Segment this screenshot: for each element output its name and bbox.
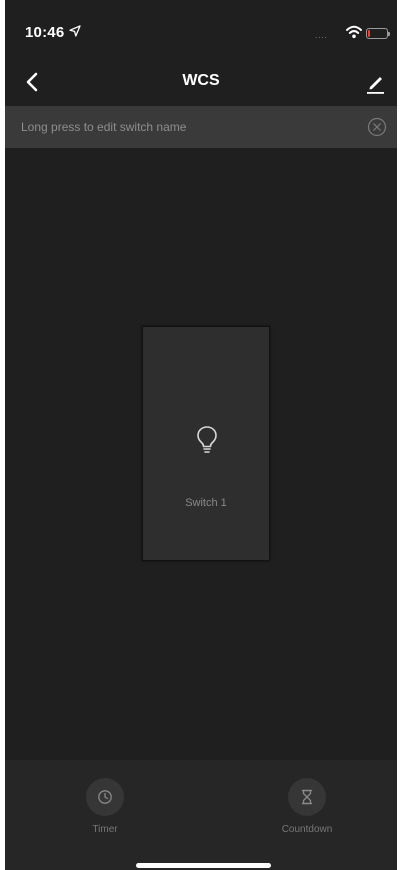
wifi-icon (346, 25, 362, 39)
location-arrow-icon (69, 25, 81, 37)
close-circle-icon[interactable] (367, 117, 387, 137)
battery-icon (366, 28, 390, 39)
navigation-bar: WCS (5, 62, 397, 102)
countdown-icon-circle (288, 778, 326, 816)
timer-button[interactable]: Timer (65, 778, 145, 835)
app-screen: 10:46 .... WCS Long press to edit switch… (5, 0, 397, 870)
edit-pencil-icon[interactable] (361, 68, 389, 96)
cellular-signal-indicator: .... (315, 31, 328, 40)
home-indicator[interactable] (136, 863, 271, 868)
status-bar: 10:46 .... (5, 0, 397, 60)
bottom-toolbar: Timer Countdown (5, 760, 397, 870)
hint-text: Long press to edit switch name (21, 120, 187, 134)
lightbulb-icon (197, 426, 217, 453)
battery-level (368, 30, 370, 37)
countdown-button[interactable]: Countdown (267, 778, 347, 835)
clock-icon (98, 790, 112, 804)
switch-button[interactable]: Switch 1 (142, 326, 270, 561)
timer-label: Timer (92, 824, 118, 835)
switch-label: Switch 1 (185, 497, 227, 509)
hourglass-icon (301, 789, 313, 805)
timer-icon-circle (86, 778, 124, 816)
status-time: 10:46 (25, 24, 65, 41)
hint-banner: Long press to edit switch name (5, 106, 397, 148)
countdown-label: Countdown (281, 824, 333, 835)
page-title: WCS (182, 72, 220, 89)
